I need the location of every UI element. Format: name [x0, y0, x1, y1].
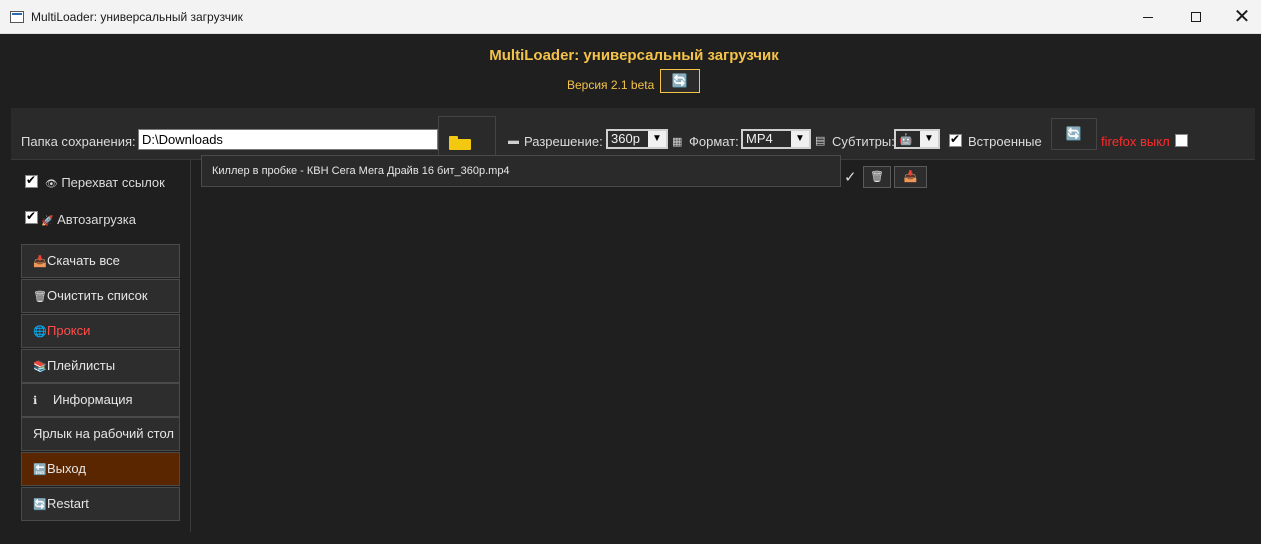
rocket-icon: 🚀 [41, 216, 54, 227]
intercept-links-checkbox[interactable] [25, 173, 38, 188]
window-titlebar: MultiLoader: универсальный загрузчик ✕ [0, 0, 1261, 34]
desktop-shortcut-button[interactable]: Ярлык на рабочий стол [21, 417, 180, 451]
format-select[interactable]: MP4 ▼ [741, 129, 811, 149]
exit-button[interactable]: 🔚Выход [21, 452, 180, 486]
refresh-button[interactable]: 🔄 [1051, 118, 1097, 150]
delete-item-button[interactable]: 🗑 [863, 166, 891, 188]
info-button[interactable]: ℹ Информация [21, 383, 180, 417]
chevron-down-icon: ▼ [791, 131, 809, 147]
playlists-button[interactable]: 📚Плейлисты [21, 349, 180, 383]
resolution-value: 360p [611, 131, 640, 146]
trash-icon: 🗑 [870, 171, 884, 183]
download-all-button[interactable]: 📥Скачать все [21, 244, 180, 278]
restart-button[interactable]: 🔄Restart [21, 487, 180, 521]
folder-input[interactable]: D:\Downloads [138, 129, 438, 150]
format-label: Формат: [689, 134, 739, 149]
embedded-label: Встроенные [968, 134, 1042, 149]
info-icon: ℹ [33, 395, 38, 407]
firefox-status-label: firefox выкл [1101, 134, 1170, 149]
maximize-icon [1191, 12, 1201, 23]
clapper-icon: ▦ [672, 136, 683, 148]
format-value: MP4 [746, 131, 773, 146]
checkmark-icon: ✓ [844, 169, 857, 186]
download-icon: 📥 [33, 256, 47, 268]
robot-icon: 🤖 [899, 134, 913, 146]
resolution-label: Разрешение: [524, 134, 603, 149]
refresh-icon: 🔄 [1065, 126, 1083, 141]
notepad-icon: ▤ [815, 135, 826, 147]
maximize-button[interactable] [1173, 0, 1219, 34]
download-item: Киллер в пробке - КВН Сега Мега Драйв 16… [201, 155, 841, 187]
app-window-icon [10, 11, 24, 23]
trash-icon: 🗑 [33, 291, 47, 303]
folder-icon [449, 136, 471, 150]
chevron-down-icon: ▼ [648, 131, 666, 147]
autoload-label: 🚀 Автозагрузка [41, 212, 136, 227]
resolution-select[interactable]: 360p ▼ [606, 129, 668, 149]
intercept-links-label: 👁 Перехват ссылок [45, 175, 165, 190]
firefox-checkbox[interactable] [1175, 134, 1188, 147]
globe-icon: 🌐 [33, 326, 47, 338]
check-update-button[interactable]: 🔄 [660, 69, 700, 93]
exit-icon: 🔚 [33, 464, 47, 476]
autoload-checkbox[interactable] [25, 209, 38, 224]
close-button[interactable]: ✕ [1219, 0, 1261, 34]
refresh-icon: 🔄 [33, 499, 47, 511]
eye-icon: 👁 [45, 179, 58, 190]
refresh-icon: 🔄 [671, 73, 689, 88]
minimize-icon [1143, 16, 1153, 18]
folder-label: Папка сохранения: [21, 134, 136, 149]
minimize-button[interactable] [1125, 0, 1171, 34]
chevron-down-icon: ▼ [920, 131, 938, 147]
clear-list-button[interactable]: 🗑Очистить список [21, 279, 180, 313]
save-item-button[interactable]: 📥 [894, 166, 927, 188]
version-label: Версия 2.1 beta [567, 78, 655, 92]
download-icon: 📥 [903, 171, 918, 183]
app-title: MultiLoader: универсальный загрузчик [489, 47, 779, 64]
embedded-subtitles-checkbox[interactable] [949, 132, 962, 147]
browse-folder-button[interactable] [438, 116, 496, 156]
proxy-button[interactable]: 🌐Прокси [21, 314, 180, 348]
subtitles-label: Субтитры: [832, 134, 895, 149]
subtitles-select[interactable]: 🤖 ▼ [894, 129, 940, 149]
monitor-icon: ▬ [508, 135, 519, 147]
books-icon: 📚 [33, 361, 47, 373]
window-title: MultiLoader: универсальный загрузчик [31, 10, 243, 24]
